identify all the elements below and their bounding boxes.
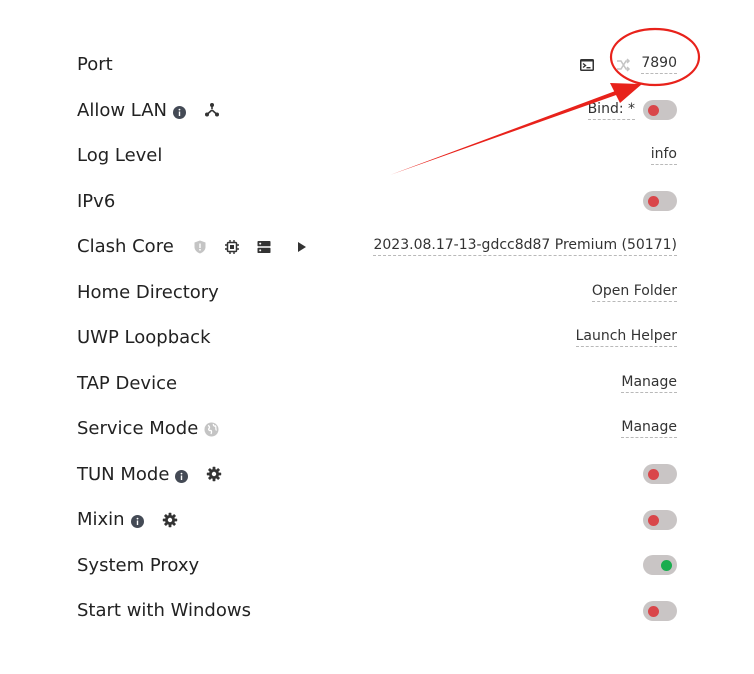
start-with-windows-toggle[interactable] bbox=[643, 600, 677, 621]
setting-row-port: Port 7890 bbox=[77, 42, 677, 88]
info-icon[interactable] bbox=[173, 104, 186, 119]
clash-core-version[interactable]: 2023.08.17-13-gdcc8d87 Premium (50171) bbox=[373, 237, 677, 257]
shuffle-icon[interactable] bbox=[615, 57, 631, 73]
system-proxy-label: System Proxy bbox=[77, 554, 200, 576]
ipv6-toggle[interactable] bbox=[643, 191, 677, 212]
info-icon[interactable] bbox=[130, 513, 144, 529]
setting-row-log-level: Log Level info bbox=[77, 133, 677, 179]
bind-address[interactable]: Bind: * bbox=[587, 101, 635, 120]
allow-lan-label: Allow LAN bbox=[77, 99, 167, 121]
server-icon[interactable] bbox=[256, 239, 272, 255]
start-with-windows-label: Start with Windows bbox=[77, 600, 251, 622]
network-nodes-icon[interactable] bbox=[204, 102, 220, 118]
service-manage-link[interactable]: Manage bbox=[621, 419, 677, 439]
tun-mode-toggle[interactable] bbox=[643, 464, 677, 485]
uwp-loopback-label: UWP Loopback bbox=[77, 327, 211, 349]
tap-manage-link[interactable]: Manage bbox=[621, 374, 677, 393]
home-directory-label: Home Directory bbox=[77, 281, 219, 303]
globe-icon bbox=[204, 422, 219, 437]
setting-row-clash-core: Clash Core 2023.08.17-13-gdcc8d87 Premiu… bbox=[77, 224, 677, 270]
chip-icon[interactable] bbox=[224, 239, 240, 255]
log-level-value[interactable]: info bbox=[650, 146, 677, 166]
setting-row-allow-lan: Allow LAN Bind: * bbox=[77, 88, 677, 134]
clash-core-label: Clash Core bbox=[77, 236, 174, 258]
setting-row-uwp-loopback: UWP Loopback Launch Helper bbox=[77, 315, 677, 361]
launch-helper-link[interactable]: Launch Helper bbox=[575, 328, 677, 348]
port-value[interactable]: 7890 bbox=[641, 55, 677, 75]
terminal-icon[interactable] bbox=[579, 57, 595, 73]
setting-row-tap-device: TAP Device Manage bbox=[77, 361, 677, 407]
allow-lan-toggle[interactable] bbox=[643, 100, 677, 121]
open-folder-link[interactable]: Open Folder bbox=[591, 283, 677, 302]
setting-row-system-proxy: System Proxy bbox=[77, 543, 677, 589]
setting-row-home-directory: Home Directory Open Folder bbox=[77, 270, 677, 316]
setting-row-tun-mode: TUN Mode bbox=[77, 452, 677, 498]
info-icon[interactable] bbox=[175, 468, 189, 483]
mixin-label: Mixin bbox=[77, 509, 125, 531]
port-label: Port bbox=[77, 54, 113, 76]
gear-icon[interactable] bbox=[162, 512, 178, 528]
service-mode-label: Service Mode bbox=[77, 418, 199, 440]
mixin-toggle[interactable] bbox=[643, 509, 677, 530]
setting-row-ipv6: IPv6 bbox=[77, 179, 677, 225]
setting-row-service-mode: Service Mode Manage bbox=[77, 406, 677, 452]
tap-device-label: TAP Device bbox=[77, 372, 178, 394]
gear-icon[interactable] bbox=[206, 466, 222, 482]
setting-row-start-with-windows: Start with Windows bbox=[77, 588, 677, 634]
shield-icon[interactable] bbox=[192, 239, 208, 255]
settings-list: Port 7890 Allow LAN Bind: * Log Level in… bbox=[77, 42, 677, 634]
system-proxy-toggle[interactable] bbox=[643, 555, 677, 576]
tun-mode-label: TUN Mode bbox=[77, 463, 170, 485]
ipv6-label: IPv6 bbox=[77, 190, 116, 212]
log-level-label: Log Level bbox=[77, 145, 163, 167]
setting-row-mixin: Mixin bbox=[77, 497, 677, 543]
play-icon[interactable] bbox=[294, 239, 310, 255]
